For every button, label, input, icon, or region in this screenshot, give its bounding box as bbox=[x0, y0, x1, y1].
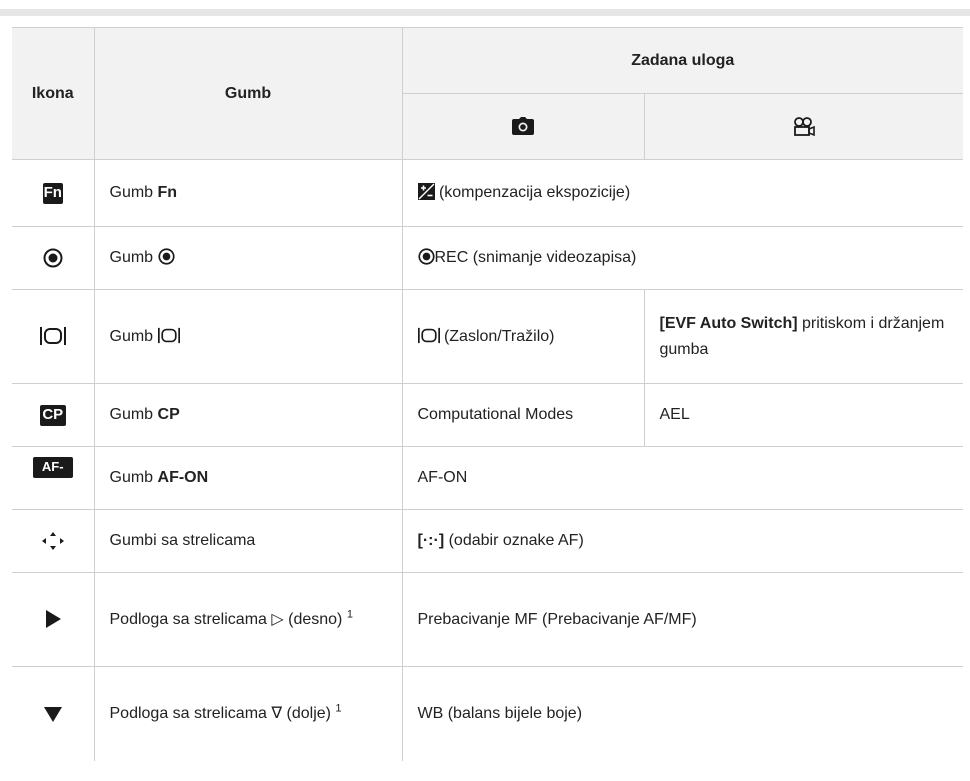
record-icon bbox=[417, 248, 435, 265]
header-default-role: Zadana uloga bbox=[401, 27, 963, 94]
af-target-icon: [·:·] bbox=[417, 532, 445, 549]
role-photo: Computational Modes bbox=[401, 383, 645, 447]
header-button-col: Gumb bbox=[93, 27, 403, 160]
role-text: (odabir oznake AF) bbox=[444, 532, 584, 549]
cp-button-icon: CP bbox=[39, 405, 66, 426]
role-text: (kompenzacija ekspozicije) bbox=[438, 184, 631, 201]
role-photo: (Zaslon/Tražilo) bbox=[443, 327, 555, 345]
table-row: Podloga sa strelicama ∇ (dolje) 1 WB (ba… bbox=[12, 666, 963, 761]
button-roles-table: Ikona Gumb Zadana uloga Fn Gumb Fn (komp… bbox=[12, 27, 963, 761]
button-text: Podloga sa strelicama ▷ (desno) bbox=[109, 610, 347, 628]
exposure-compensation-icon bbox=[417, 183, 435, 200]
button-text: Podloga sa strelicama ∇ (dolje) bbox=[109, 704, 336, 722]
top-divider bbox=[0, 9, 970, 16]
table-row: Podloga sa strelicama ▷ (desno) 1 Prebac… bbox=[12, 572, 963, 667]
table-row: CP Gumb CP Computational Modes AEL bbox=[12, 383, 963, 447]
display-switch-icon bbox=[39, 327, 66, 346]
role-text: AF-ON bbox=[401, 446, 963, 510]
camera-icon bbox=[512, 117, 534, 136]
role-text: Prebacivanje MF (Prebacivanje AF/MF) bbox=[401, 572, 963, 667]
role-text: WB (balans bijele boje) bbox=[401, 666, 963, 761]
af-on-button-icon: AF-ON bbox=[32, 456, 73, 494]
arrows-icon bbox=[41, 531, 64, 550]
down-triangle-icon bbox=[43, 706, 62, 722]
display-switch-icon bbox=[417, 327, 440, 343]
table-row: Fn Gumb Fn (kompenzacija ekspozicije) bbox=[12, 159, 963, 227]
movie-camera-icon bbox=[793, 116, 815, 136]
record-icon bbox=[157, 248, 175, 265]
header-photo bbox=[402, 93, 645, 160]
fn-button-icon: Fn bbox=[42, 183, 63, 204]
table-row: Gumb REC (snimanje videozapisa) bbox=[12, 226, 963, 290]
header-movie bbox=[643, 93, 963, 160]
role-text: REC (snimanje videozapisa) bbox=[434, 249, 637, 266]
play-right-icon bbox=[45, 610, 61, 629]
display-switch-icon bbox=[157, 327, 180, 343]
role-movie: AEL bbox=[643, 383, 963, 447]
table-row: AF-ON Gumb AF-ON AF-ON bbox=[12, 446, 963, 510]
table-row: Gumb (Zaslon/Tražilo) [EVF Auto Switch] … bbox=[12, 289, 963, 384]
record-icon bbox=[43, 248, 63, 268]
table-row: Gumbi sa strelicama [·:·] (odabir oznake… bbox=[12, 509, 963, 573]
header-icon-col: Ikona bbox=[12, 27, 95, 160]
button-text: Gumbi sa strelicama bbox=[93, 509, 403, 573]
role-movie-bold: [EVF Auto Switch] bbox=[659, 314, 798, 332]
